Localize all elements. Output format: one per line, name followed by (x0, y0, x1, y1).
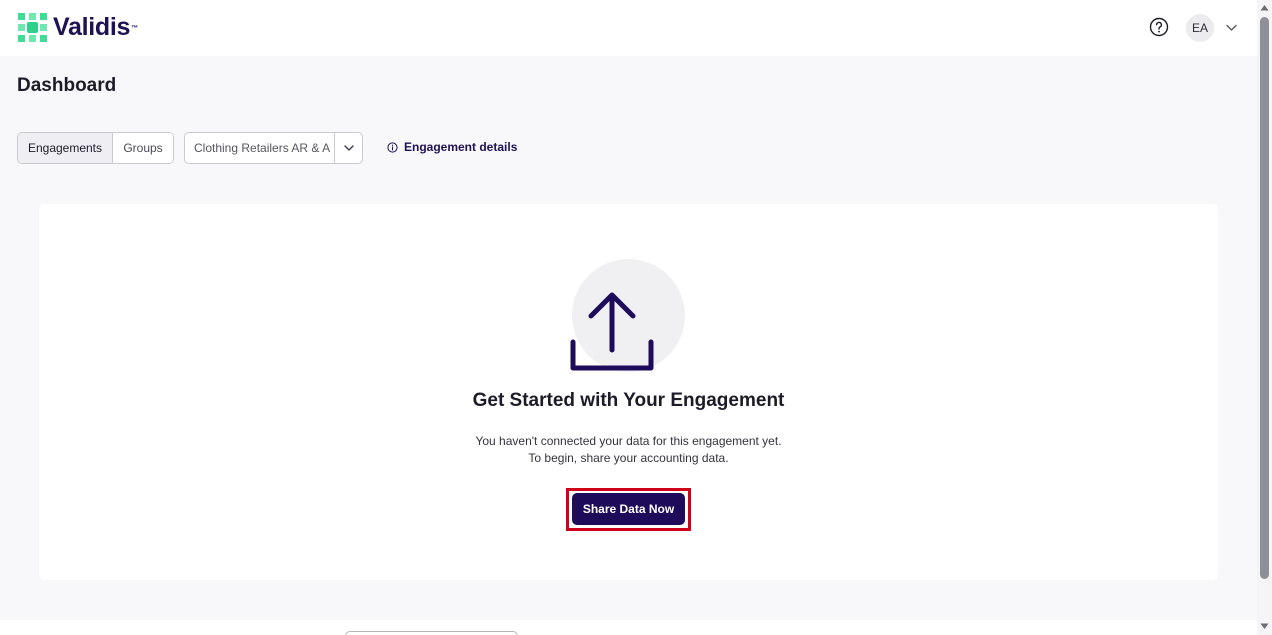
empty-state-card: Get Started with Your Engagement You hav… (39, 204, 1218, 580)
bottom-panel-tab[interactable] (345, 631, 518, 635)
engagement-details-label: Engagement details (404, 140, 518, 154)
tab-groups[interactable]: Groups (113, 133, 173, 163)
user-avatar[interactable]: EA (1186, 14, 1214, 42)
user-initials: EA (1191, 21, 1208, 35)
page-title: Dashboard (17, 75, 117, 96)
chevron-down-icon[interactable] (1226, 22, 1237, 33)
help-icon[interactable] (1149, 17, 1169, 37)
bottom-strip (0, 620, 1257, 635)
scrollbar-thumb[interactable] (1260, 17, 1269, 579)
engagement-select[interactable]: Clothing Retailers AR & A (184, 132, 363, 164)
view-toggle: Engagements Groups (17, 132, 174, 164)
logo-mark-icon (18, 13, 47, 42)
info-icon (387, 141, 398, 153)
upload-icon (570, 292, 654, 371)
top-bar: Validis™ EA (0, 0, 1257, 56)
share-data-now-button[interactable]: Share Data Now (572, 493, 685, 525)
engagement-select-value: Clothing Retailers AR & A (194, 141, 331, 155)
scroll-up-arrow-icon[interactable] (1260, 4, 1269, 11)
tab-engagements[interactable]: Engagements (18, 133, 113, 163)
app-window: Validis™ EA Dashboard Engagements Groups… (0, 0, 1272, 635)
empty-state-title: Get Started with Your Engagement (472, 390, 785, 411)
engagement-select-toggle[interactable] (334, 133, 362, 163)
logo-text: Validis™ (53, 13, 138, 41)
validis-logo[interactable]: Validis™ (18, 13, 138, 42)
scroll-down-arrow-icon[interactable] (1260, 623, 1269, 630)
empty-state-description: You haven't connected your data for this… (39, 433, 1218, 467)
engagement-details-link[interactable]: Engagement details (387, 140, 517, 154)
empty-state-line-1: You haven't connected your data for this… (475, 434, 782, 448)
empty-state-line-2: To begin, share your accounting data. (528, 451, 729, 465)
chevron-down-icon (343, 145, 354, 151)
